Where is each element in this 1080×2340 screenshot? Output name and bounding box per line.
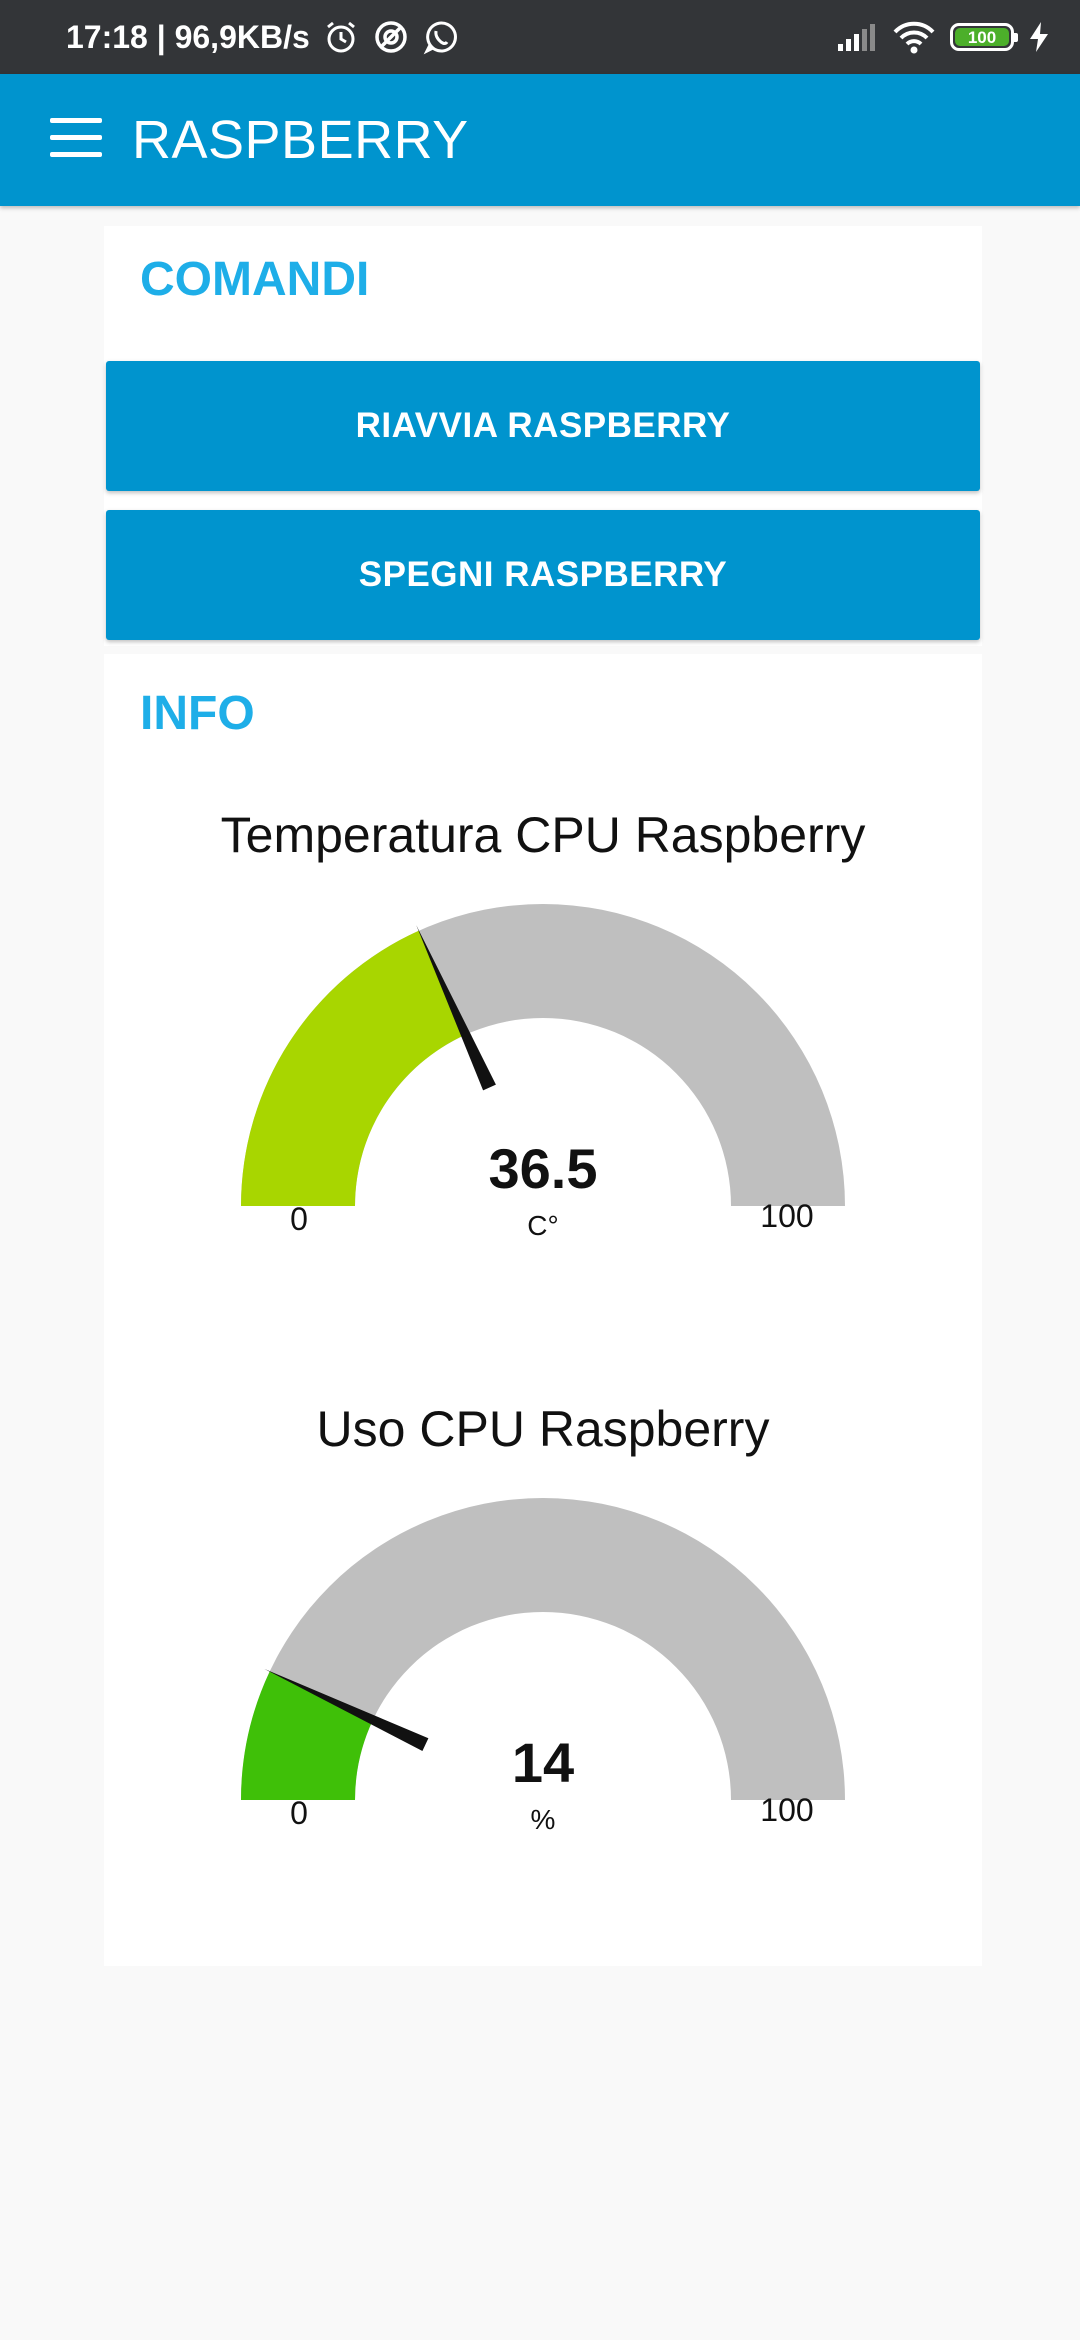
gauge-max-label: 100 <box>760 1198 813 1234</box>
menu-icon[interactable] <box>50 118 104 162</box>
reboot-button[interactable]: RIAVVIA RASPBERRY <box>106 361 980 491</box>
app-bar: RASPBERRY <box>0 74 1080 206</box>
signal-icon <box>838 24 875 51</box>
info-title: INFO <box>140 687 255 740</box>
battery-icon: 100 <box>950 23 1018 51</box>
gauge-fill <box>241 930 466 1206</box>
gauge-max-label: 100 <box>760 1792 813 1828</box>
shutdown-button[interactable]: SPEGNI RASPBERRY <box>106 510 980 640</box>
status-left: 17:18 | 96,9KB/s <box>66 0 460 74</box>
gauge-unit: C° <box>527 1210 558 1241</box>
gauge-min-label: 0 <box>290 1795 308 1831</box>
alarm-icon <box>326 21 355 53</box>
gauge-min-label: 0 <box>290 1201 308 1237</box>
gauge-temperature: 36.5 C° 0 100 <box>241 904 845 1241</box>
gauge-title-cpu-usage: Uso CPU Raspberry <box>316 1401 770 1457</box>
battery-level: 100 <box>955 28 1009 47</box>
comandi-card: COMANDI RIAVVIA RASPBERRY SPEGNI RASPBER… <box>104 226 982 646</box>
status-right: 100 <box>822 0 1050 74</box>
status-bar: 17:18 | 96,9KB/s 100 <box>0 0 1080 74</box>
status-time-speed: 17:18 | 96,9KB/s <box>66 18 310 55</box>
whatsapp-icon <box>423 21 457 55</box>
info-card: INFO Temperatura CPU Raspberry 36.5 C° 0… <box>104 654 982 1966</box>
wifi-icon <box>893 21 935 54</box>
gauge-value: 36.5 <box>489 1137 598 1200</box>
charging-icon <box>1030 22 1048 52</box>
gauge-cpu-usage: 14 % 0 100 <box>241 1498 845 1835</box>
gauge-unit: % <box>531 1804 556 1835</box>
gauge-title-temperature: Temperatura CPU Raspberry <box>220 807 866 863</box>
no-disturb-icon <box>375 21 407 53</box>
comandi-title: COMANDI <box>140 253 370 306</box>
app-title: RASPBERRY <box>132 110 469 170</box>
gauge-value: 14 <box>512 1731 574 1794</box>
